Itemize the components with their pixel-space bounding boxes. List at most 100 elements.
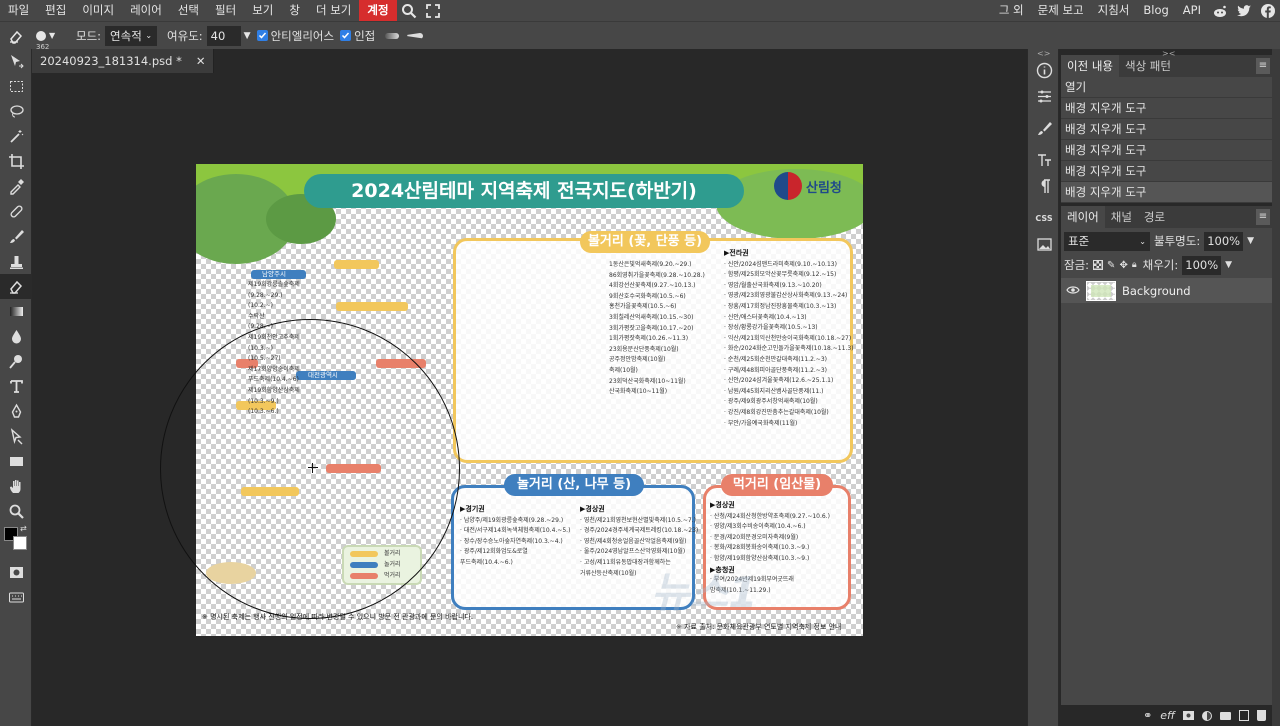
history-item[interactable]: 배경 지우개 도구 xyxy=(1061,140,1272,161)
tolerance-dropdown-icon[interactable]: ▼ xyxy=(244,31,251,41)
keyboard-icon[interactable] xyxy=(0,585,32,610)
tab-channels[interactable]: 채널 xyxy=(1105,206,1138,228)
menu-edit[interactable]: 편집 xyxy=(37,0,74,21)
lock-pixels-icon[interactable]: ✎ xyxy=(1107,260,1115,271)
tolerance-input[interactable]: 40 xyxy=(206,25,241,46)
magic-wand-tool-icon[interactable] xyxy=(0,124,32,149)
menu-guide[interactable]: 지침서 xyxy=(1091,0,1137,21)
lock-all-icon[interactable]: 🔒︎ xyxy=(1132,260,1137,270)
pen-tool-icon[interactable] xyxy=(0,399,32,424)
panel-menu-icon[interactable]: ≡ xyxy=(1256,58,1270,74)
menu-api[interactable]: API xyxy=(1176,0,1208,21)
dodge-tool-icon[interactable] xyxy=(0,349,32,374)
tab-layers[interactable]: 레이어 xyxy=(1061,206,1105,228)
document-workspace: 20240923_181314.psd * ✕ 2024산림테마 지역축제 전국… xyxy=(32,49,1024,726)
menu-image[interactable]: 이미지 xyxy=(74,0,122,21)
close-icon[interactable]: ✕ xyxy=(196,54,206,68)
history-item[interactable]: 배경 지우개 도구 xyxy=(1061,98,1272,119)
healing-brush-tool-icon[interactable] xyxy=(0,199,32,224)
pressure-opacity-icon[interactable] xyxy=(385,32,400,39)
background-eraser-icon[interactable] xyxy=(8,28,28,44)
layer-effects-button[interactable]: eff xyxy=(1160,709,1175,722)
antialias-checkbox[interactable] xyxy=(256,30,268,41)
adjustments-icon[interactable] xyxy=(1028,83,1060,109)
path-selection-tool-icon[interactable] xyxy=(0,424,32,449)
menu-more[interactable]: 더 보기 xyxy=(308,0,359,21)
menu-other[interactable]: 그 외 xyxy=(992,0,1031,21)
zoom-tool-icon[interactable] xyxy=(0,499,32,524)
fill-dropdown-icon[interactable]: ▼ xyxy=(1225,260,1232,270)
image-canvas[interactable]: 2024산림테마 지역축제 전국지도(하반기) 산림청 볼거리 (꽃, 단풍 등… xyxy=(196,164,863,636)
twitter-icon[interactable] xyxy=(1232,0,1256,21)
fill-input[interactable]: 100% xyxy=(1182,255,1222,275)
swap-colors-icon[interactable]: ⇄ xyxy=(20,524,27,533)
gradient-tool-icon[interactable] xyxy=(0,299,32,324)
contiguous-checkbox[interactable] xyxy=(340,30,352,41)
lock-transparency-icon[interactable] xyxy=(1093,260,1104,270)
link-layers-icon[interactable]: ⚭ xyxy=(1143,709,1152,722)
brush-tool-icon[interactable] xyxy=(0,224,32,249)
menu-view[interactable]: 보기 xyxy=(244,0,281,21)
blend-mode-select[interactable]: 표준 ⌄ xyxy=(1064,231,1150,251)
reddit-icon[interactable] xyxy=(1208,0,1232,21)
tab-swatches[interactable]: 색상 패턴 xyxy=(1119,55,1177,77)
menu-blog[interactable]: Blog xyxy=(1136,0,1175,21)
menu-select[interactable]: 선택 xyxy=(170,0,207,21)
tab-paths[interactable]: 경로 xyxy=(1138,206,1171,228)
menu-filter[interactable]: 필터 xyxy=(207,0,244,21)
history-item[interactable]: 열기 xyxy=(1061,77,1272,98)
history-item[interactable]: 배경 지우개 도구 xyxy=(1061,161,1272,182)
history-item[interactable]: 배경 지우개 도구 xyxy=(1061,182,1272,203)
brush-settings-icon[interactable] xyxy=(1028,115,1060,141)
info-icon[interactable] xyxy=(1028,57,1060,83)
layer-row-background[interactable]: Background xyxy=(1061,278,1272,303)
pressure-size-icon[interactable] xyxy=(407,32,424,39)
opacity-input[interactable]: 100% xyxy=(1204,231,1244,251)
image-icon[interactable] xyxy=(1028,231,1060,257)
css-icon[interactable]: CSS xyxy=(1028,205,1060,231)
document-tab[interactable]: 20240923_181314.psd * ✕ xyxy=(32,49,215,73)
blur-tool-icon[interactable] xyxy=(0,324,32,349)
menu-account[interactable]: 계정 xyxy=(359,0,397,21)
mode-select[interactable]: 연속적 ⌄ xyxy=(105,25,158,46)
crop-tool-icon[interactable] xyxy=(0,149,32,174)
tab-history[interactable]: 이전 내용 xyxy=(1061,55,1119,77)
menu-report[interactable]: 문제 보고 xyxy=(1031,0,1091,21)
fullscreen-icon[interactable] xyxy=(421,0,445,21)
menu-layer[interactable]: 레이어 xyxy=(122,0,170,21)
panel-collapse-handle[interactable]: <> xyxy=(1037,49,1050,58)
type-tool-icon[interactable] xyxy=(0,374,32,399)
marquee-tool-icon[interactable] xyxy=(0,74,32,99)
rectangle-tool-icon[interactable] xyxy=(0,449,32,474)
quick-mask-icon[interactable] xyxy=(0,560,32,585)
facebook-icon[interactable] xyxy=(1256,0,1280,21)
panel-collapse-handle-right[interactable]: >< xyxy=(1162,49,1175,58)
festival-item: · 광주/제12회화엄도&로열 xyxy=(460,548,528,556)
eraser-tool-icon[interactable] xyxy=(0,274,32,299)
menu-window[interactable]: 창 xyxy=(281,0,308,21)
lasso-tool-icon[interactable] xyxy=(0,99,32,124)
new-group-icon[interactable] xyxy=(1220,711,1231,720)
panel-menu-icon[interactable]: ≡ xyxy=(1256,209,1270,225)
eyedropper-tool-icon[interactable] xyxy=(0,174,32,199)
history-item[interactable]: 배경 지우개 도구 xyxy=(1061,119,1272,140)
menu-file[interactable]: 파일 xyxy=(0,0,37,21)
lock-position-icon[interactable]: ✥ xyxy=(1119,260,1127,271)
adjustment-layer-icon[interactable] xyxy=(1202,710,1212,721)
character-icon[interactable] xyxy=(1028,147,1060,173)
search-icon[interactable] xyxy=(397,0,421,21)
add-mask-icon[interactable] xyxy=(1183,711,1194,720)
hand-tool-icon[interactable] xyxy=(0,474,32,499)
festival-item: · 장수/장수승노아숲자연축제(10.3.~4.) xyxy=(460,537,563,545)
color-swatches[interactable]: ⇄ xyxy=(0,524,31,560)
new-layer-icon[interactable] xyxy=(1239,710,1249,721)
eye-icon[interactable] xyxy=(1066,284,1080,298)
move-tool-icon[interactable] xyxy=(0,49,32,74)
paragraph-icon[interactable] xyxy=(1028,173,1060,199)
opacity-dropdown-icon[interactable]: ▼ xyxy=(1247,236,1254,246)
delete-layer-icon[interactable] xyxy=(1257,710,1266,721)
background-color-swatch[interactable] xyxy=(13,536,27,550)
logo-text: 산림청 xyxy=(806,180,842,196)
clone-stamp-tool-icon[interactable] xyxy=(0,249,32,274)
brush-preset-picker[interactable]: ▼ 362 xyxy=(36,23,66,51)
